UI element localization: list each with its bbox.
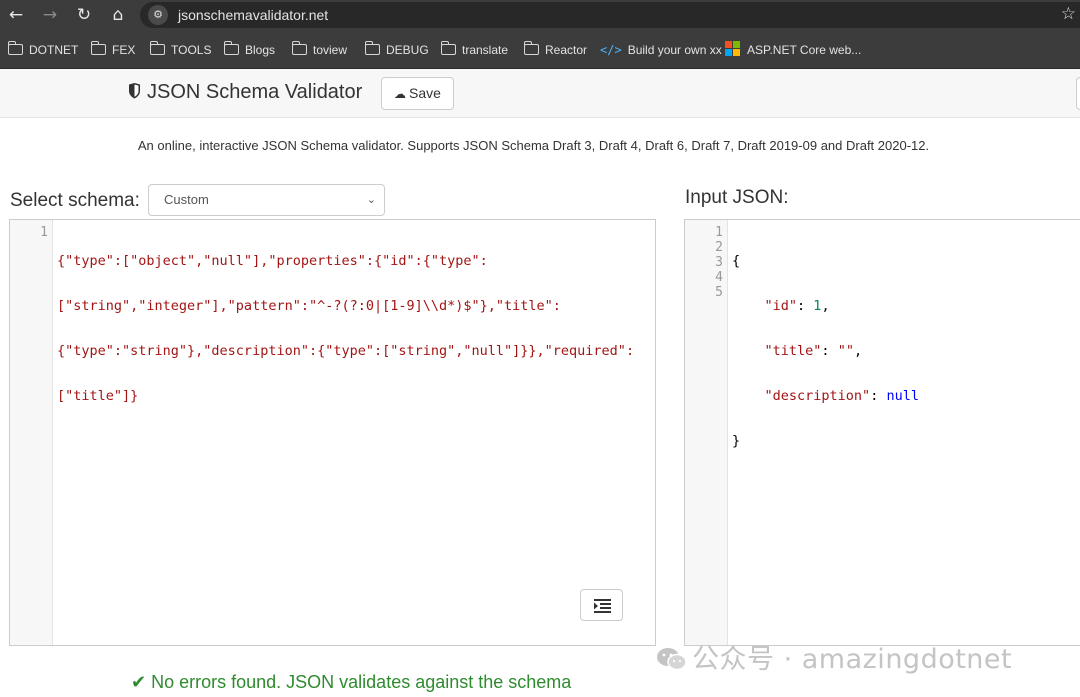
bookmark-dotnet[interactable]: DOTNET <box>7 41 78 59</box>
shield-icon <box>129 83 140 99</box>
cloud-upload-icon: ☁ <box>394 87 407 101</box>
input-code-line: } <box>732 433 741 449</box>
input-code-line: "description": null <box>764 388 919 404</box>
folder-icon <box>223 41 239 55</box>
bookmark-reactor[interactable]: Reactor <box>523 41 587 59</box>
input-gutter: 1 2 3 4 5 <box>685 220 728 645</box>
microsoft-icon <box>725 41 741 57</box>
folder-icon <box>90 41 106 55</box>
schema-select-value: Custom <box>164 192 209 207</box>
input-code-line: "id": 1, <box>764 298 830 314</box>
folder-icon <box>149 41 165 55</box>
folder-icon <box>440 41 456 55</box>
browser-address-bar: ← → ↻ ⌂ ⚙ jsonschemavalidator.net ☆ <box>0 0 1080 31</box>
folder-icon <box>291 41 307 55</box>
line-number: 5 <box>715 285 723 300</box>
bookmark-build-your-own[interactable]: </> Build your own xx <box>600 41 722 59</box>
bookmark-tools[interactable]: TOOLS <box>149 41 211 59</box>
line-number: 1 <box>715 225 723 240</box>
input-json-label: Input JSON: <box>685 187 789 208</box>
format-button[interactable] <box>580 589 623 621</box>
schema-editor[interactable]: 1 {"type":["object","null"],"properties"… <box>9 219 656 646</box>
schema-code-line: {"type":"string"},"description":{"type":… <box>57 343 635 359</box>
bookmark-fex[interactable]: FEX <box>90 41 135 59</box>
select-schema-label: Select schema: <box>10 190 140 211</box>
bookmarks-bar: DOTNET FEX TOOLS Blogs toview DEBUG tran… <box>0 31 1080 69</box>
bookmark-toview[interactable]: toview <box>291 41 347 59</box>
reload-icon[interactable]: ↻ <box>71 3 97 27</box>
url-bar[interactable]: ⚙ jsonschemavalidator.net ☆ <box>140 2 1080 28</box>
watermark: 公众号 · amazingdotnet <box>656 637 1012 676</box>
back-icon[interactable]: ← <box>3 3 29 27</box>
forward-icon[interactable]: → <box>37 3 63 27</box>
home-icon[interactable]: ⌂ <box>105 3 131 27</box>
input-code-line: "title": "", <box>764 343 863 359</box>
line-number: 1 <box>40 225 48 240</box>
chevron-down-icon: ⌄ <box>366 193 376 206</box>
code-icon: </> <box>600 43 622 57</box>
folder-icon <box>523 41 539 55</box>
input-editor[interactable]: 1 2 3 4 5 { "id": 1, "title": "", "descr… <box>684 219 1080 646</box>
schema-gutter: 1 <box>10 220 53 645</box>
line-number: 2 <box>715 240 723 255</box>
folder-icon <box>364 41 380 55</box>
indent-icon <box>594 599 611 613</box>
bookmark-blogs[interactable]: Blogs <box>223 41 275 59</box>
input-code-line: { <box>732 253 741 269</box>
schema-code-line: {"type":["object","null"],"properties":{… <box>57 253 488 269</box>
save-button[interactable]: ☁ Save <box>381 77 454 110</box>
schema-select[interactable]: Custom ⌄ <box>148 184 385 216</box>
schema-code[interactable]: {"type":["object","null"],"properties":{… <box>57 224 634 434</box>
bookmark-star-icon[interactable]: ☆ <box>1061 4 1076 24</box>
site-settings-icon[interactable]: ⚙ <box>148 5 168 25</box>
folder-icon <box>7 41 23 55</box>
wechat-icon <box>657 648 687 671</box>
validation-status: ✔ No errors found. JSON validates against… <box>131 672 572 693</box>
url-text[interactable]: jsonschemavalidator.net <box>178 7 328 23</box>
bookmark-translate[interactable]: translate <box>440 41 508 59</box>
site-description: An online, interactive JSON Schema valid… <box>137 138 930 153</box>
schema-code-line: ["title"]} <box>57 388 139 404</box>
line-number: 4 <box>715 270 723 285</box>
header-edge-button[interactable] <box>1076 77 1080 110</box>
bookmark-aspnet-core[interactable]: ASP.NET Core web... <box>725 41 861 59</box>
bookmark-debug[interactable]: DEBUG <box>364 41 429 59</box>
page-header: JSON Schema Validator ☁ Save <box>0 69 1080 118</box>
input-code[interactable]: { "id": 1, "title": "", "description": n… <box>732 224 919 479</box>
line-number: 3 <box>715 255 723 270</box>
checkmark-icon: ✔ <box>131 672 147 693</box>
page-title[interactable]: JSON Schema Validator <box>128 81 362 104</box>
schema-code-line: ["string","integer"],"pattern":"^-?(?:0|… <box>57 298 561 314</box>
